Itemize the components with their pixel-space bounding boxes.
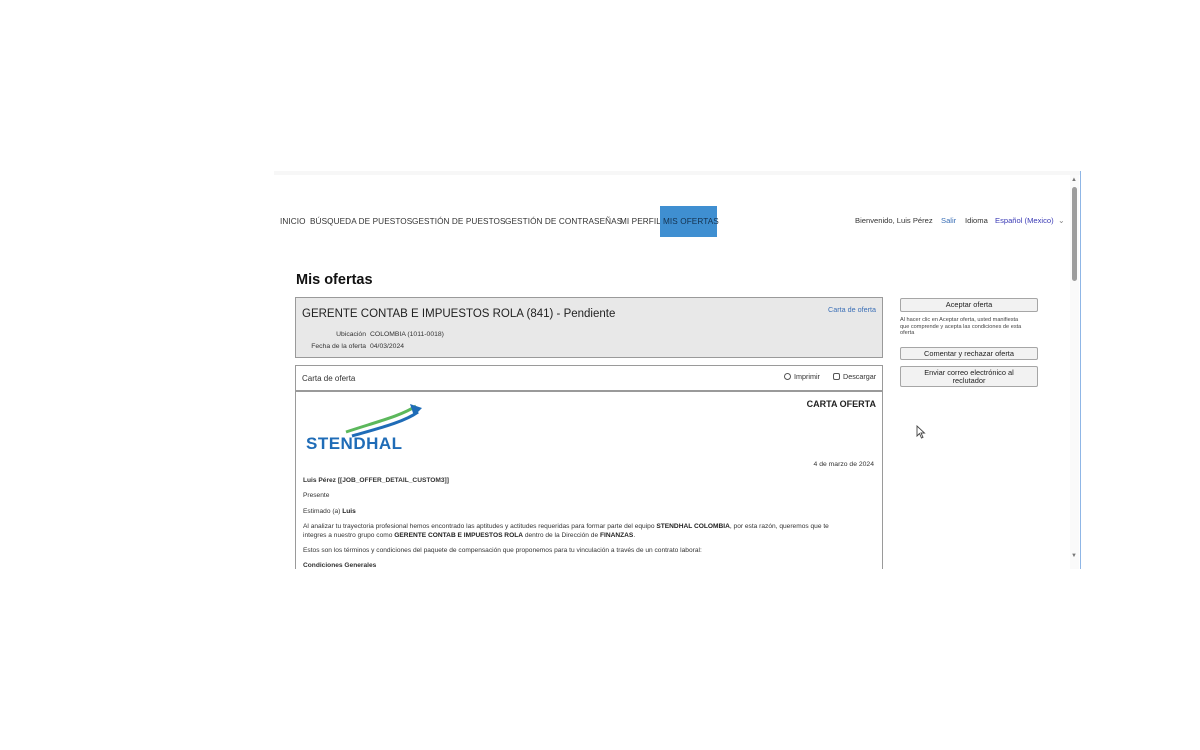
print-icon <box>784 373 791 380</box>
logout-link[interactable]: Salir <box>941 216 956 225</box>
location-label: Ubicación <box>336 331 366 338</box>
nav-item-inicio[interactable]: INICIO <box>280 206 306 237</box>
location-value: COLOMBIA (1011-0018) <box>370 331 444 338</box>
accept-offer-button[interactable]: Aceptar oferta <box>900 298 1038 312</box>
letter-greeting: Estimado (a) Luis <box>303 508 356 515</box>
offer-date-value: 04/03/2024 <box>370 343 405 350</box>
letter-header-label: Carta de oferta <box>302 374 356 383</box>
welcome-text: Bienvenido, Luis Pérez <box>855 216 933 225</box>
reject-offer-button[interactable]: Comentar y rechazar oferta <box>900 347 1038 360</box>
nav-item-mi-perfil[interactable]: MI PERFIL <box>620 206 661 237</box>
download-icon <box>833 373 840 380</box>
letter-heading: CARTA OFERTA <box>806 399 876 409</box>
letter-date: 4 de marzo de 2024 <box>813 461 874 468</box>
letter-header: Carta de oferta Imprimir Descargar <box>295 365 883 391</box>
offer-letter-link[interactable]: Carta de oferta <box>828 305 876 314</box>
download-label: Descargar <box>843 372 877 381</box>
letter-section-heading: Condiciones Generales <box>303 562 377 569</box>
print-label: Imprimir <box>794 372 820 381</box>
download-button[interactable]: Descargar <box>833 372 876 381</box>
logo-swoosh-icon <box>345 404 422 438</box>
scrollbar-thumb[interactable] <box>1072 187 1077 281</box>
accept-note: Al hacer clic en Aceptar oferta, usted m… <box>900 317 1022 337</box>
letter-recipient: Luis Pérez [[JOB_OFFER_DETAIL_CUSTOM3]] <box>303 477 449 484</box>
letter-paragraph-line2: integres a nuestro grupo como GERENTE CO… <box>303 532 636 539</box>
language-select[interactable]: Español (Mexico) <box>995 216 1054 225</box>
browser-viewport: INICIO BÚSQUEDA DE PUESTOS GESTIÓN DE PU… <box>274 171 1081 569</box>
logo-text: STENDHAL <box>306 434 403 453</box>
offer-summary: GERENTE CONTAB E IMPUESTOS ROLA (841) - … <box>295 297 883 358</box>
scroll-down-icon[interactable]: ▼ <box>1071 553 1077 559</box>
offer-title: GERENTE CONTAB E IMPUESTOS ROLA (841) - … <box>302 308 616 320</box>
letter-paragraph-2: Estos son los términos y condiciones del… <box>303 547 702 554</box>
page-title: Mis ofertas <box>296 272 373 288</box>
nav-item-mis-ofertas[interactable]: MIS OFERTAS <box>660 206 719 237</box>
scroll-up-icon[interactable]: ▲ <box>1071 177 1077 183</box>
cursor-icon <box>916 425 926 439</box>
letter-presente: Presente <box>303 492 330 499</box>
offer-letter: CARTA OFERTA STENDHAL 4 de marzo de 2024… <box>295 391 883 569</box>
top-stripe <box>274 171 1080 175</box>
nav-item-contrasenas[interactable]: GESTIÓN DE CONTRASEÑAS <box>505 206 622 237</box>
nav-item-busqueda[interactable]: BÚSQUEDA DE PUESTOS <box>310 206 412 237</box>
nav-item-gestion-puestos[interactable]: GESTIÓN DE PUESTOS <box>412 206 506 237</box>
letter-paragraph-line1: Al analizar tu trayectoria profesional h… <box>303 523 829 530</box>
chevron-down-icon[interactable]: ⌄ <box>1058 216 1065 225</box>
language-label: Idioma <box>965 216 988 225</box>
offer-date-label: Fecha de la oferta <box>311 343 366 350</box>
print-button[interactable]: Imprimir <box>784 372 820 381</box>
email-recruiter-button[interactable]: Enviar correo electrónico al reclutador <box>900 366 1038 387</box>
stendhal-logo: STENDHAL <box>306 402 422 457</box>
